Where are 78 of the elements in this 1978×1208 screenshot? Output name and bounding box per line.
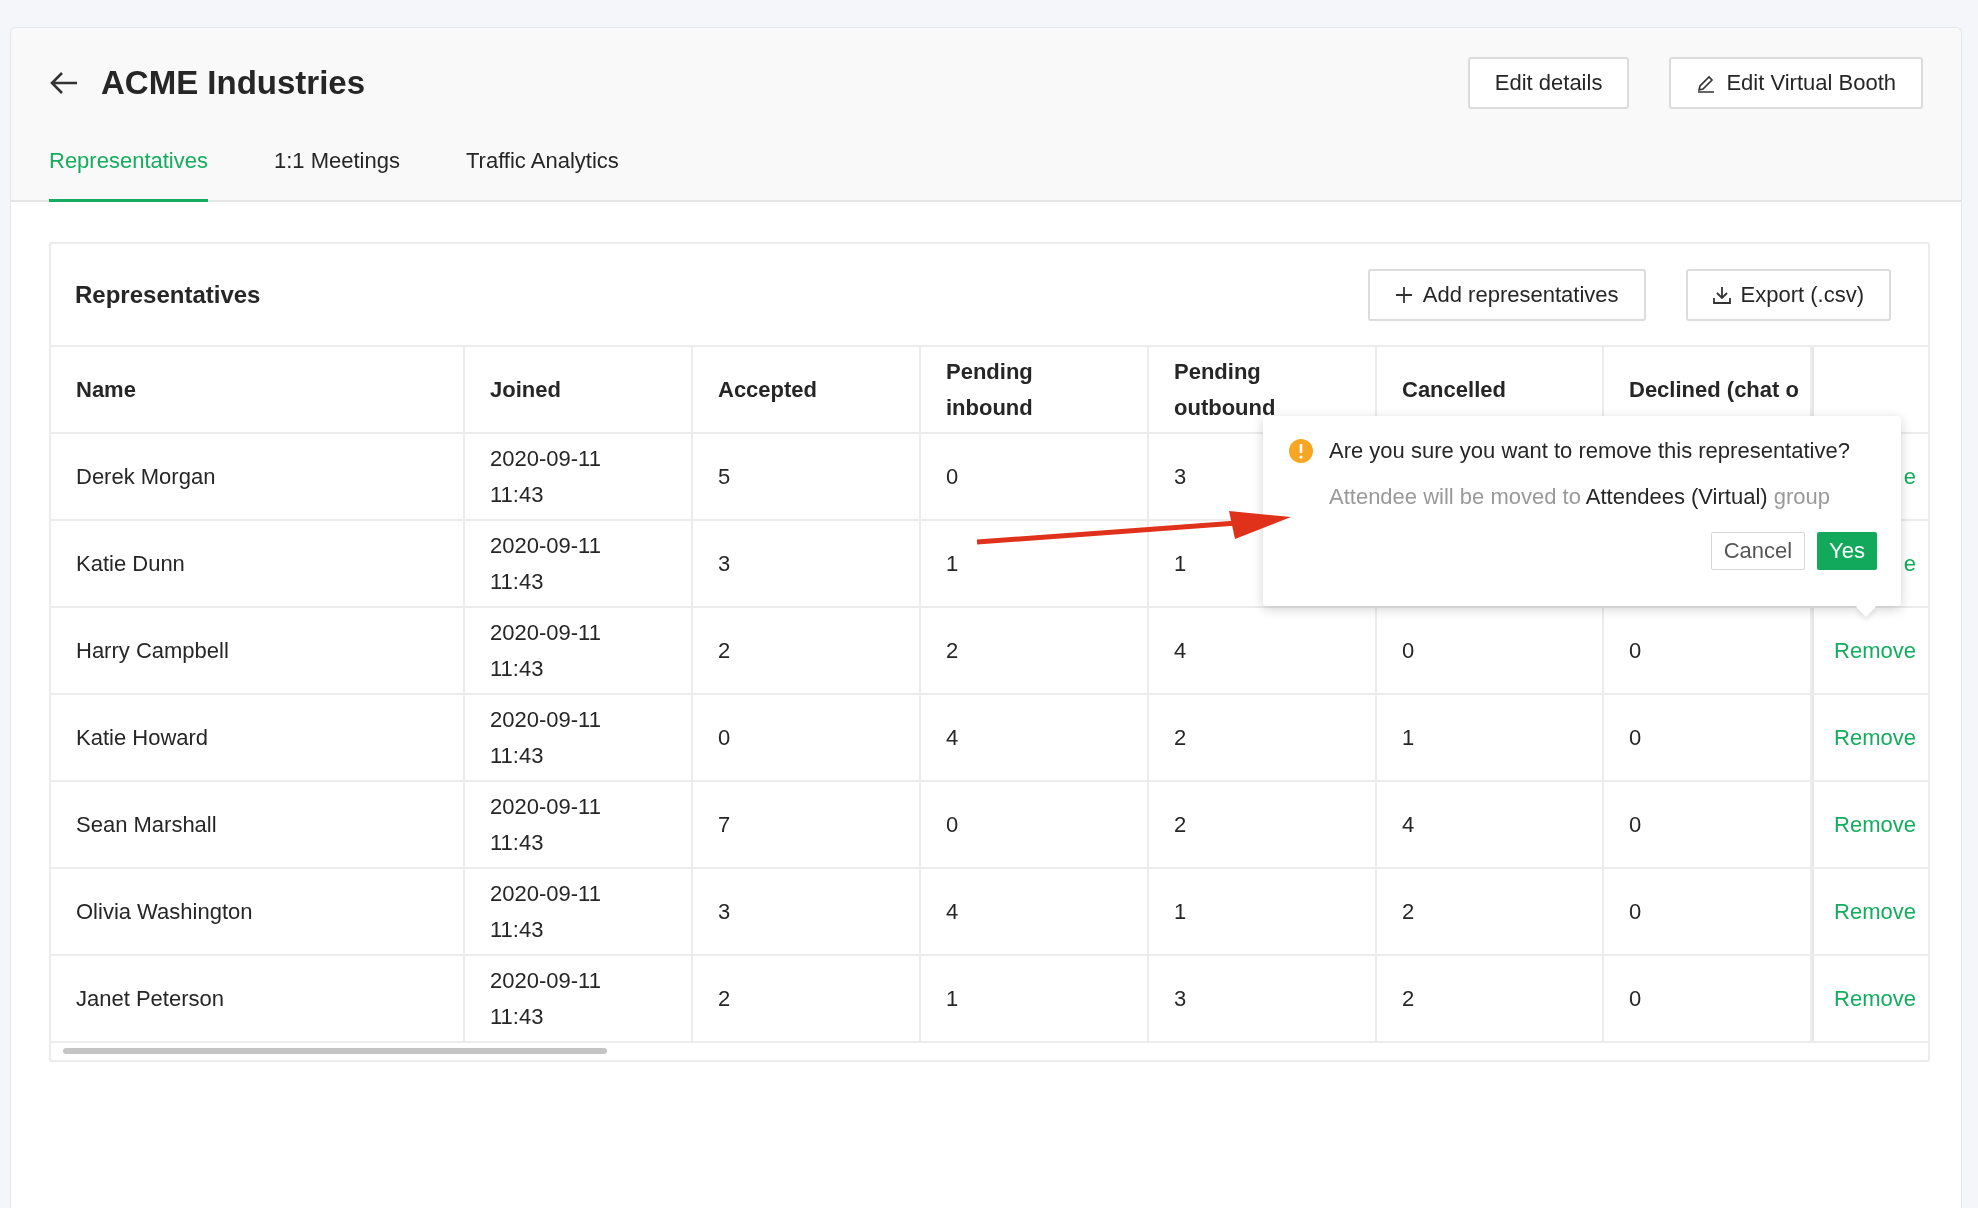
table-cell: 1 bbox=[946, 985, 959, 1012]
table-cell: Derek Morgan bbox=[76, 463, 216, 490]
table-cell: 0 bbox=[1629, 637, 1642, 664]
table-cell: 1 bbox=[1174, 550, 1187, 577]
table-cell: Harry Campbell bbox=[76, 637, 229, 664]
tab[interactable]: Traffic Analytics bbox=[465, 138, 619, 202]
remove-link[interactable]: Remove bbox=[1834, 637, 1916, 664]
table-cell: 0 bbox=[946, 811, 959, 838]
remove-link[interactable]: Remove bbox=[1834, 811, 1916, 838]
table-cell: 3 bbox=[718, 550, 731, 577]
table-cell-text: 2020-09-11 11:43 bbox=[490, 966, 602, 1031]
table-cell: 2 bbox=[1174, 724, 1187, 751]
confirm-question: Are you sure you want to remove this representative? bbox=[1329, 438, 1850, 464]
table-cell: 4 bbox=[946, 898, 959, 925]
table-cell-text: 2020-09-11 11:43 bbox=[490, 618, 602, 683]
table-cell: 0 bbox=[1629, 898, 1642, 925]
table-cell: 4 bbox=[946, 724, 959, 751]
table-cell: 2 bbox=[946, 637, 959, 664]
table-cell: Katie Howard bbox=[76, 724, 209, 751]
remove-link[interactable]: Remove bbox=[1834, 985, 1916, 1012]
page-title: ACME Industries bbox=[101, 64, 366, 102]
table-cell: 2 bbox=[718, 985, 731, 1012]
table-cell-text: 2020-09-11 11:43 bbox=[490, 444, 602, 509]
table-cell: 1 bbox=[1402, 724, 1415, 751]
plus-icon bbox=[1394, 285, 1413, 304]
pencil-icon bbox=[1696, 73, 1717, 93]
table-cell: 2 bbox=[718, 637, 731, 664]
download-icon bbox=[1712, 285, 1731, 304]
table-cell-text: 2020-09-11 11:43 bbox=[490, 531, 602, 596]
table-cell: 0 bbox=[946, 463, 959, 490]
table-cell: 0 bbox=[1402, 637, 1415, 664]
table-cell: 0 bbox=[1629, 724, 1642, 751]
scrollbar-thumb[interactable] bbox=[63, 1048, 607, 1054]
back-arrow-icon[interactable] bbox=[49, 71, 79, 95]
table-cell: 0 bbox=[718, 724, 731, 751]
table-cell: 3 bbox=[718, 898, 731, 925]
table-cell-text: 2020-09-11 11:43 bbox=[490, 792, 602, 857]
table-cell: 0 bbox=[1629, 985, 1642, 1012]
column-header: Pending outbound bbox=[1174, 357, 1277, 422]
table-cell: 5 bbox=[718, 463, 731, 490]
remove-link[interactable]: Remove bbox=[1834, 724, 1916, 751]
table-cell: 2 bbox=[1402, 985, 1415, 1012]
table-cell: 3 bbox=[1174, 463, 1187, 490]
table-cell: 7 bbox=[718, 811, 731, 838]
table-cell: Sean Marshall bbox=[76, 811, 217, 838]
table-cell: 0 bbox=[1629, 811, 1642, 838]
card-button[interactable]: Export (.csv) bbox=[1685, 268, 1891, 321]
table-cell: Olivia Washington bbox=[76, 898, 253, 925]
column-header: Joined bbox=[490, 375, 561, 404]
tab[interactable]: Representatives bbox=[49, 138, 208, 202]
column-header: Name bbox=[76, 375, 136, 404]
header-button[interactable]: Edit details bbox=[1467, 57, 1630, 109]
column-header: Cancelled bbox=[1402, 375, 1506, 404]
table-cell: 4 bbox=[1174, 637, 1187, 664]
column-header: Pending inbound bbox=[946, 357, 1034, 422]
column-header: Declined (chat o bbox=[1629, 375, 1799, 404]
tab[interactable]: 1:1 Meetings bbox=[274, 138, 400, 202]
confirm-note: Attendee will be moved to Attendees (Virtual) group bbox=[1329, 484, 1832, 510]
table-cell: 3 bbox=[1174, 985, 1187, 1012]
table-cell: 1 bbox=[1174, 898, 1187, 925]
table-cell-text: 2020-09-11 11:43 bbox=[490, 705, 602, 770]
header-button[interactable]: Edit Virtual Booth bbox=[1669, 57, 1923, 109]
table-cell-text: 2020-09-11 11:43 bbox=[490, 879, 602, 944]
table-cell: 2 bbox=[1174, 811, 1187, 838]
yes-button[interactable]: Yes bbox=[1817, 532, 1877, 570]
table-cell: 4 bbox=[1402, 811, 1415, 838]
remove-link[interactable]: Remove bbox=[1834, 898, 1916, 925]
table-cell: 2 bbox=[1402, 898, 1415, 925]
remove-link[interactable]: e bbox=[1903, 550, 1916, 577]
warning-icon bbox=[1289, 439, 1313, 463]
card-button[interactable]: Add representatives bbox=[1367, 268, 1646, 321]
column-header: Accepted bbox=[718, 375, 818, 404]
table-cell: Janet Peterson bbox=[76, 985, 224, 1012]
table-cell: Katie Dunn bbox=[76, 550, 185, 577]
card-title: Representatives bbox=[75, 280, 261, 309]
remove-link[interactable]: e bbox=[1903, 463, 1916, 490]
cancel-button[interactable]: Cancel bbox=[1710, 532, 1806, 570]
table-cell: 1 bbox=[946, 550, 959, 577]
